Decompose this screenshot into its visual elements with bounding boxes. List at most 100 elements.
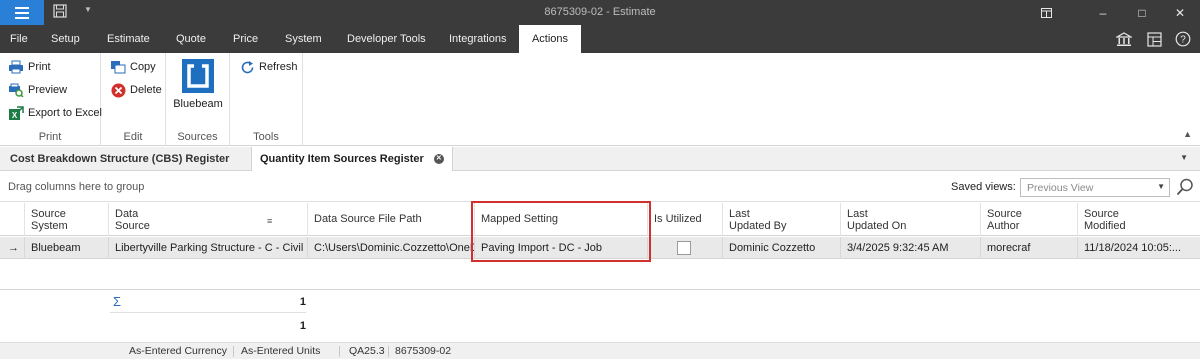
menu-setup[interactable]: Setup — [45, 25, 86, 53]
header-line: Source — [115, 220, 150, 232]
tabs-dropdown-icon[interactable]: ▼ — [1180, 153, 1188, 162]
menu-quote[interactable]: Quote — [170, 25, 212, 53]
layout-icon[interactable] — [1146, 31, 1162, 47]
export-to-excel-button[interactable]: X Export to Excel — [8, 103, 102, 123]
cell-last-updated-on[interactable]: 3/4/2025 9:32:45 AM — [840, 237, 980, 259]
cell-last-updated-by[interactable]: Dominic Cozzetto — [722, 237, 840, 259]
ribbon-group-print: Print Preview X Export to Excel Print — [0, 53, 102, 146]
header-line: System — [31, 220, 68, 232]
column-header-source-system[interactable]: Source System — [24, 203, 108, 236]
menu-actions[interactable]: Actions — [519, 25, 581, 53]
header-line: Author — [987, 220, 1020, 232]
header-line: Last — [729, 208, 750, 220]
close-tab-icon[interactable]: ✕ — [433, 154, 444, 165]
menu-estimate[interactable]: Estimate — [101, 25, 156, 53]
cell-source-author[interactable]: morecraf — [980, 237, 1077, 259]
tab-quantity-item-sources-label: Quantity Item Sources Register — [260, 153, 424, 165]
column-header-file-path[interactable]: Data Source File Path — [307, 203, 474, 236]
svg-text:?: ? — [1180, 35, 1186, 46]
ribbon-group-label-edit: Edit — [123, 131, 143, 143]
search-icon[interactable] — [1176, 178, 1194, 196]
row-indicator-icon: → — [8, 242, 19, 254]
menu-price[interactable]: Price — [227, 25, 264, 53]
column-header-last-updated-on[interactable]: Last Updated On — [840, 203, 980, 236]
summary-total: 1 — [299, 320, 306, 332]
saved-views-select[interactable]: Previous View ▼ — [1020, 178, 1170, 197]
sort-icon[interactable]: ≡ — [267, 215, 272, 227]
tab-quantity-item-sources-register[interactable]: Quantity Item Sources Register ✕ — [251, 147, 453, 171]
tab-cbs-register[interactable]: Cost Breakdown Structure (CBS) Register — [2, 147, 237, 171]
ribbon-group-label-sources: Sources — [177, 131, 218, 143]
mapped-setting-highlight-box — [471, 201, 651, 262]
cell-data-source[interactable]: Libertyville Parking Structure - C - Civ… — [108, 237, 307, 259]
group-drop-hint[interactable]: Drag columns here to group — [8, 181, 144, 193]
window-layout-icon — [1040, 7, 1052, 18]
delete-label: Delete — [130, 84, 162, 96]
status-currency[interactable]: As-Entered Currency — [129, 345, 227, 357]
ribbon-group-sources: Bluebeam Sources — [166, 53, 230, 146]
status-bar: As-Entered Currency As-Entered Units QA2… — [0, 342, 1200, 359]
close-button[interactable]: ✕ — [1162, 0, 1198, 25]
maximize-button[interactable]: □ — [1124, 0, 1160, 25]
header-line: Data — [115, 208, 139, 220]
excel-export-icon: X — [8, 105, 24, 121]
column-header-is-utilized[interactable]: Is Utilized — [647, 203, 722, 236]
print-button[interactable]: Print — [8, 57, 51, 77]
cell-source-modified[interactable]: 11/18/2024 10:05:... — [1077, 237, 1200, 259]
column-header-data-source[interactable]: Data Source ≡ — [108, 203, 307, 236]
column-header-last-updated-by[interactable]: Last Updated By — [722, 203, 840, 236]
ribbon: Print Preview X Export to Excel Print Co… — [0, 53, 1200, 146]
ribbon-group-edit: Copy Delete Edit — [101, 53, 166, 146]
chevron-down-icon: ▼ — [1157, 182, 1165, 191]
header-line: Source — [31, 208, 66, 220]
preview-button[interactable]: Preview — [8, 80, 67, 100]
printer-icon — [8, 59, 24, 75]
group-panel: Drag columns here to group Saved views: … — [0, 172, 1200, 202]
status-divider — [388, 346, 389, 357]
cell-source-system[interactable]: Bluebeam — [24, 237, 108, 259]
header-line: Updated By — [729, 220, 787, 232]
collapse-ribbon-icon[interactable]: ▲ — [1183, 129, 1192, 139]
title-bar: ▼ 8675309-02 - Estimate – □ ✕ — [0, 0, 1200, 25]
bluebeam-button[interactable]: Bluebeam — [166, 53, 230, 115]
status-units[interactable]: As-Entered Units — [241, 345, 320, 357]
menu-developer-tools[interactable]: Developer Tools — [341, 25, 432, 53]
preview-icon — [8, 82, 24, 98]
column-header-source-modified[interactable]: Source Modified — [1077, 203, 1200, 236]
copy-icon — [110, 59, 126, 75]
minimize-button[interactable]: – — [1085, 0, 1121, 25]
ribbon-group-label-print: Print — [38, 131, 62, 143]
bank-icon[interactable] — [1116, 31, 1132, 47]
saved-views-label: Saved views: — [951, 181, 1016, 193]
cell-file-path[interactable]: C:\Users\Dominic.Cozzetto\OneD... — [307, 237, 474, 259]
header-line: Is Utilized — [654, 213, 702, 225]
window-layout-button[interactable] — [1028, 0, 1064, 25]
header-line: Source — [987, 208, 1022, 220]
header-line: Last — [847, 208, 868, 220]
delete-icon — [110, 82, 126, 98]
sum-icon: Σ — [113, 294, 122, 309]
copy-button[interactable]: Copy — [110, 57, 156, 77]
summary-count: 1 — [299, 296, 306, 308]
status-version: QA25.3 — [349, 345, 385, 357]
header-line: Modified — [1084, 220, 1126, 232]
is-utilized-checkbox[interactable] — [677, 241, 691, 255]
refresh-button[interactable]: Refresh — [239, 57, 298, 77]
bluebeam-label: Bluebeam — [173, 98, 223, 110]
export-to-excel-label: Export to Excel — [28, 107, 102, 119]
help-icon[interactable]: ? — [1175, 31, 1191, 47]
header-line: Data Source File Path — [314, 213, 422, 225]
menu-integrations[interactable]: Integrations — [443, 25, 512, 53]
menu-bar: File Setup Estimate Quote Price System D… — [0, 25, 1200, 53]
window-title: 8675309-02 - Estimate — [544, 6, 656, 18]
menu-system[interactable]: System — [279, 25, 328, 53]
delete-button[interactable]: Delete — [110, 80, 162, 100]
cell-is-utilized[interactable] — [647, 237, 722, 259]
refresh-icon — [239, 59, 255, 75]
summary-footer: Σ 1 1 — [0, 289, 1200, 335]
ribbon-group-label-tools: Tools — [253, 131, 279, 143]
saved-views-value: Previous View — [1027, 182, 1094, 194]
svg-text:X: X — [12, 111, 18, 120]
menu-file[interactable]: File — [4, 25, 34, 53]
column-header-source-author[interactable]: Source Author — [980, 203, 1077, 236]
